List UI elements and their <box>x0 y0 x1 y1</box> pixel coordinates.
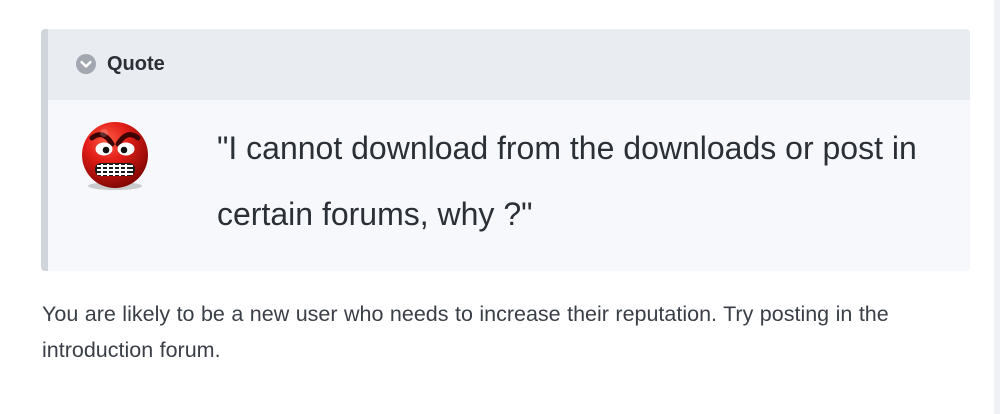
quote-header[interactable]: Quote <box>48 29 970 100</box>
quote-text: "I cannot download from the downloads or… <box>217 130 917 232</box>
chevron-down-icon[interactable] <box>76 54 96 74</box>
reply-text: You are likely to be a new user who need… <box>42 302 889 362</box>
quote-content: "I cannot download from the downloads or… <box>75 115 960 247</box>
page-edge <box>994 0 1000 414</box>
angry-smiley-icon <box>75 119 155 191</box>
quote-block: Quote "I cannot download from the downlo… <box>41 29 970 271</box>
forum-post: Quote "I cannot download from the downlo… <box>0 0 1000 414</box>
quote-title: Quote <box>107 53 165 75</box>
